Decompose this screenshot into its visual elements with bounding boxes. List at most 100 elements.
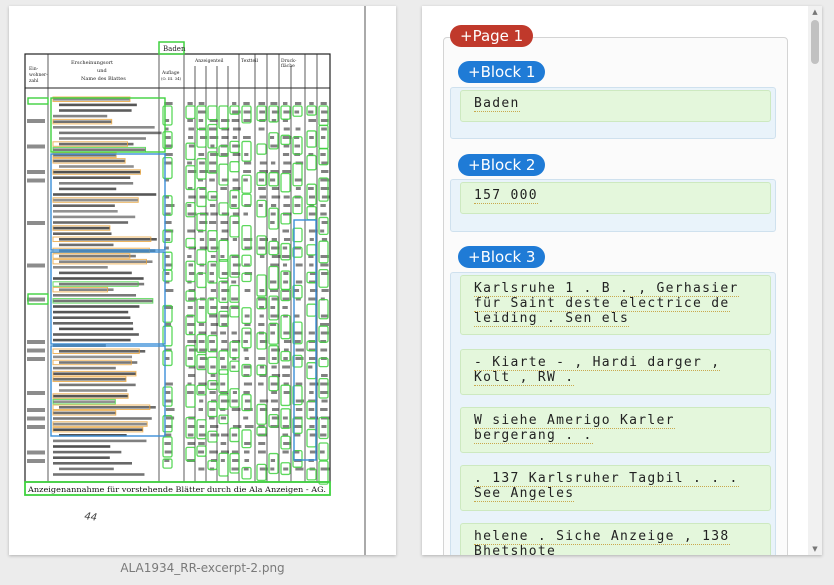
print-line xyxy=(53,456,110,459)
figure-mark xyxy=(210,331,217,335)
figure-mark xyxy=(232,136,238,139)
word-overlay xyxy=(268,265,279,290)
print-line xyxy=(59,282,145,286)
print-line xyxy=(59,361,138,364)
badge-text: Baden xyxy=(163,45,186,53)
print-line xyxy=(53,417,152,420)
figure-mark xyxy=(270,467,275,471)
figure-mark xyxy=(232,153,241,156)
print-line xyxy=(53,176,131,179)
print-line xyxy=(53,462,133,465)
figure-mark xyxy=(308,331,315,335)
figure-mark xyxy=(294,204,301,207)
figure-mark xyxy=(270,382,278,386)
word-overlay xyxy=(268,207,279,230)
print-line xyxy=(53,114,108,118)
svg-text:und: und xyxy=(97,68,107,74)
document-viewer[interactable]: Ein- wohner- zahl Erscheinungsort und Na… xyxy=(9,6,396,555)
text-line[interactable]: Baden xyxy=(460,90,771,122)
add-block-button[interactable]: +Block 1 xyxy=(458,61,546,83)
svg-text:zahl: zahl xyxy=(29,78,39,84)
figure-mark xyxy=(308,365,313,369)
figure-mark xyxy=(188,144,195,148)
figure-mark xyxy=(294,144,301,148)
figure-mark xyxy=(220,221,228,224)
figure-mark xyxy=(187,442,196,445)
figure-mark xyxy=(243,136,251,139)
figure-mark xyxy=(198,450,205,454)
text-line[interactable]: 157 000 xyxy=(460,182,771,214)
residents-mark xyxy=(27,416,45,421)
add-block-button[interactable]: +Block 2 xyxy=(458,154,546,176)
figure-mark xyxy=(220,416,227,420)
figure-mark xyxy=(309,263,314,267)
figure-mark xyxy=(164,425,173,428)
figure-mark xyxy=(209,161,217,165)
word-overlay xyxy=(218,105,229,130)
figure-mark xyxy=(321,374,328,377)
figure-mark xyxy=(188,272,195,275)
figure-mark xyxy=(259,365,265,369)
print-line xyxy=(53,170,141,174)
add-page-button[interactable]: +Page 1 xyxy=(450,25,534,47)
print-line xyxy=(59,383,136,387)
figure-mark xyxy=(199,161,205,165)
print-line xyxy=(53,210,118,213)
figure-mark xyxy=(198,340,205,343)
text-line[interactable]: - Kiarte - , Hardi darger , Kolt , RW . xyxy=(460,349,771,395)
print-line xyxy=(53,310,129,314)
figure-mark xyxy=(320,153,326,156)
transcription-scroll-area[interactable]: +Page 1 Baden +Block 1 157 000 +Block 2 … xyxy=(422,6,808,555)
text-line[interactable]: helene . Siche Anzeige , 138 Bhetshote xyxy=(460,523,771,555)
figure-mark xyxy=(199,399,204,403)
word-overlay xyxy=(218,258,229,279)
figure-mark xyxy=(283,238,291,241)
figure-mark xyxy=(258,127,265,131)
figure-mark xyxy=(270,144,278,148)
figure-mark xyxy=(321,127,327,131)
text-line[interactable]: W siehe Amerigo Karler bergerang . . xyxy=(460,407,771,453)
figure-mark xyxy=(187,374,195,377)
figure-mark xyxy=(282,102,288,105)
figure-mark xyxy=(220,382,226,386)
figure-mark xyxy=(243,212,248,216)
scrollbar-thumb[interactable] xyxy=(811,20,819,64)
figure-mark xyxy=(210,289,217,292)
figure-mark xyxy=(320,348,328,352)
figure-mark xyxy=(321,425,327,428)
figure-mark xyxy=(283,195,290,199)
figure-mark xyxy=(283,161,291,165)
print-line xyxy=(53,333,139,336)
scroll-down-arrow-icon[interactable]: ▼ xyxy=(808,543,822,555)
print-line xyxy=(59,288,114,291)
figure-mark xyxy=(209,127,217,131)
figure-mark xyxy=(243,178,248,182)
figure-mark xyxy=(282,153,290,156)
print-line xyxy=(53,322,133,325)
line-text: - Kiarte - , Hardi darger , Kolt , RW . xyxy=(474,355,721,386)
figure-mark xyxy=(231,297,239,301)
document-filename: ALA1934_RR-excerpt-2.png xyxy=(120,561,285,575)
line-text: helene . Siche Anzeige , 138 Bhetshote xyxy=(474,529,730,555)
text-line[interactable]: . 137 Karlsruher Tagbil . . . See Angele… xyxy=(460,465,771,511)
add-block-button[interactable]: +Block 3 xyxy=(458,246,546,268)
figure-mark xyxy=(295,187,301,190)
figure-mark xyxy=(270,399,278,403)
scroll-up-arrow-icon[interactable]: ▲ xyxy=(808,6,822,18)
figure-mark xyxy=(283,331,290,335)
figure-mark xyxy=(187,255,192,258)
figure-mark xyxy=(270,280,277,284)
transcription-panel[interactable]: +Page 1 Baden +Block 1 157 000 +Block 2 … xyxy=(422,6,822,555)
figure-mark xyxy=(283,280,289,284)
word-overlay xyxy=(256,199,267,218)
figure-mark xyxy=(271,357,277,360)
print-line xyxy=(53,372,136,375)
figure-mark xyxy=(295,382,303,386)
scanned-page: Ein- wohner- zahl Erscheinungsort und Na… xyxy=(24,6,366,555)
print-line xyxy=(59,187,117,191)
vertical-scrollbar[interactable]: ▲ ▼ xyxy=(808,6,822,555)
figure-mark xyxy=(221,340,228,343)
print-line xyxy=(53,338,131,342)
word-overlay xyxy=(185,237,196,249)
text-line[interactable]: Karlsruhe 1 . B . , Gerhasier für Saint … xyxy=(460,275,771,335)
